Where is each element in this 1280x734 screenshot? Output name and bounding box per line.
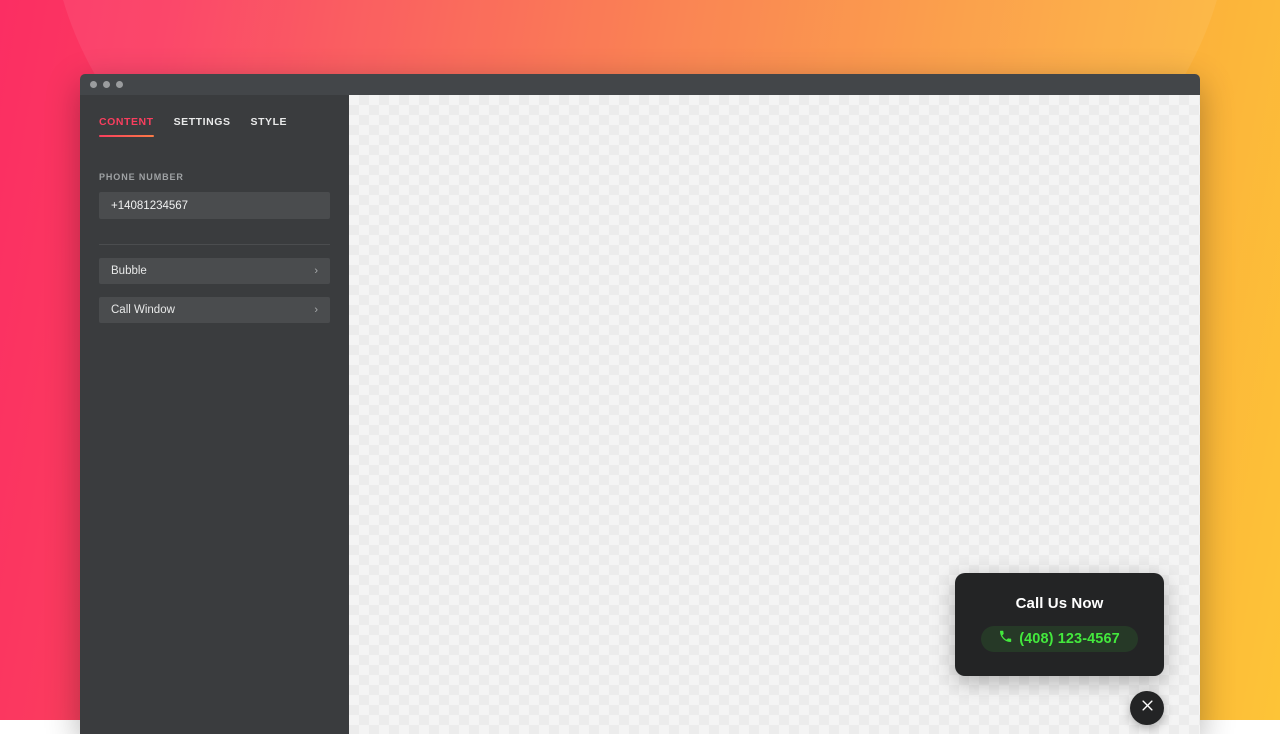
window-minimize-dot[interactable]: [103, 81, 110, 88]
tab-settings[interactable]: SETTINGS: [174, 116, 231, 137]
sidebar-content-panel: PHONE NUMBER Bubble › Call Window ›: [80, 172, 349, 323]
sidebar-divider: [99, 244, 330, 245]
tab-content[interactable]: CONTENT: [99, 116, 154, 137]
sidebar-item-call-window[interactable]: Call Window ›: [99, 297, 330, 323]
tab-style[interactable]: STYLE: [251, 116, 288, 137]
call-widget-title: Call Us Now: [971, 595, 1148, 612]
call-phone-button[interactable]: (408) 123-4567: [981, 626, 1138, 652]
window-maximize-dot[interactable]: [116, 81, 123, 88]
preview-canvas: Call Us Now (408) 123-4567: [349, 95, 1200, 734]
call-phone-number: (408) 123-4567: [1019, 631, 1120, 647]
window-body: CONTENT SETTINGS STYLE PHONE NUMBER Bubb…: [80, 95, 1200, 734]
phone-handset-icon: [999, 630, 1012, 648]
window-titlebar: [80, 74, 1200, 95]
window-close-dot[interactable]: [90, 81, 97, 88]
chevron-right-icon: ›: [314, 305, 318, 316]
sidebar-item-bubble[interactable]: Bubble ›: [99, 258, 330, 284]
editor-sidebar: CONTENT SETTINGS STYLE PHONE NUMBER Bubb…: [80, 95, 349, 734]
sidebar-tabbar: CONTENT SETTINGS STYLE: [80, 95, 349, 137]
sidebar-item-bubble-label: Bubble: [111, 265, 147, 277]
app-window: CONTENT SETTINGS STYLE PHONE NUMBER Bubb…: [80, 74, 1200, 734]
phone-number-label: PHONE NUMBER: [99, 172, 330, 182]
call-widget-card: Call Us Now (408) 123-4567: [955, 573, 1164, 676]
phone-number-input[interactable]: [99, 192, 330, 219]
sidebar-item-call-window-label: Call Window: [111, 304, 175, 316]
close-x-icon: [1140, 698, 1155, 718]
chevron-right-icon: ›: [314, 266, 318, 277]
